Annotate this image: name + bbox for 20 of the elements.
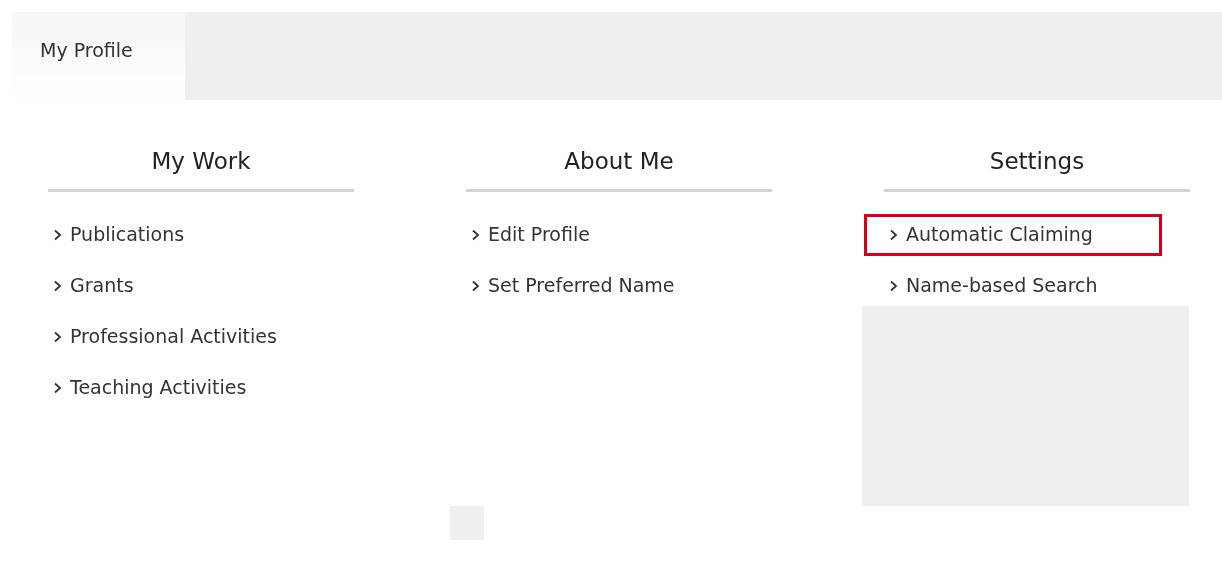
chevron-icon bbox=[53, 330, 62, 343]
profile-tab[interactable]: My Profile bbox=[12, 12, 185, 100]
column-heading: My Work bbox=[48, 144, 354, 192]
chevron-icon bbox=[53, 279, 62, 292]
menu-link[interactable]: Professional Activities bbox=[28, 315, 326, 358]
chevron-icon bbox=[53, 381, 62, 394]
chevron-icon bbox=[471, 279, 480, 292]
menu-link[interactable]: Grants bbox=[28, 264, 326, 307]
chevron-icon bbox=[889, 228, 898, 241]
column-heading: Settings bbox=[884, 144, 1190, 192]
menu-link[interactable]: Name-based Search bbox=[864, 264, 1162, 307]
menu-link[interactable]: Publications bbox=[28, 213, 326, 256]
chevron-icon bbox=[471, 228, 480, 241]
chevron-icon bbox=[889, 279, 898, 292]
menu-link[interactable]: Teaching Activities bbox=[28, 366, 326, 409]
column-heading: About Me bbox=[466, 144, 772, 192]
menu-link[interactable]: Set Preferred Name bbox=[446, 264, 744, 307]
chevron-icon bbox=[53, 228, 62, 241]
menu-link[interactable]: Automatic Claiming bbox=[864, 213, 1162, 256]
menu-link[interactable]: Edit Profile bbox=[446, 213, 744, 256]
